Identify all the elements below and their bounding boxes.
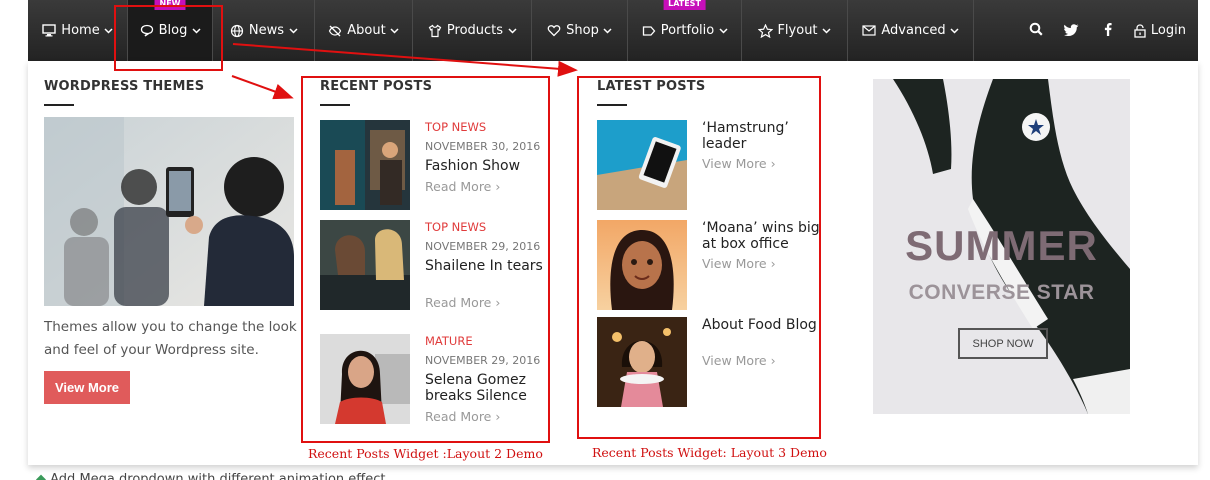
facebook-icon (1104, 21, 1112, 40)
nav-label: Advanced (881, 23, 946, 38)
nav-right-group: Login (1018, 0, 1198, 61)
view-more-button[interactable]: View More (44, 371, 130, 404)
login-label: Login (1150, 23, 1186, 38)
tag-icon (641, 23, 657, 39)
chevron-down-icon (288, 26, 298, 36)
footer-feature-text: ◆ Add Mega dropdown with different anima… (36, 472, 385, 480)
nav-label: About (347, 23, 386, 38)
chevron-down-icon (104, 26, 114, 36)
summer-converse-ad-banner[interactable]: SUMMER CONVERSE STAR SHOP NOW (873, 79, 1130, 414)
ad-subtitle: CONVERSE STAR (908, 281, 1095, 304)
footer-feature-label: Add Mega dropdown with different animati… (50, 472, 386, 480)
chevron-down-icon (822, 26, 832, 36)
nav-item-advanced[interactable]: Advanced (848, 0, 974, 61)
annotation-box-recent-posts (301, 76, 550, 443)
shirt-icon (427, 23, 443, 39)
search-button[interactable] (1018, 0, 1054, 61)
bullet-icon: ◆ (36, 472, 51, 480)
latest-badge: LATEST (663, 0, 706, 10)
nav-item-portfolio[interactable]: LATEST Portfolio (628, 0, 742, 61)
nav-label: Shop (566, 23, 599, 38)
chevron-down-icon (507, 26, 517, 36)
envelope-icon (861, 23, 877, 39)
heart-icon (546, 23, 562, 39)
chevron-down-icon (390, 26, 400, 36)
monitor-icon (41, 23, 57, 39)
nav-label: Portfolio (660, 23, 715, 38)
title-underline (44, 104, 74, 106)
twitter-icon (1064, 21, 1079, 40)
nav-item-shop[interactable]: Shop (532, 0, 628, 61)
chevron-down-icon (950, 26, 960, 36)
annotation-box-latest-posts (577, 76, 821, 439)
nav-label: Home (61, 23, 100, 38)
nav-label: News (248, 23, 285, 38)
annotation-box-blog (114, 5, 223, 71)
globe-icon (229, 23, 245, 39)
ad-title: SUMMER (905, 222, 1098, 269)
chevron-down-icon (603, 26, 613, 36)
twitter-button[interactable] (1054, 0, 1090, 61)
wordpress-themes-image[interactable] (44, 117, 294, 306)
nav-item-news[interactable]: News (213, 0, 315, 61)
facebook-button[interactable] (1090, 0, 1126, 61)
nav-item-products[interactable]: Products (413, 0, 532, 61)
login-button[interactable]: Login (1126, 0, 1198, 61)
annotation-caption-layout3: Recent Posts Widget: Layout 3 Demo (592, 445, 827, 460)
wordpress-themes-description: Themes allow you to change the look and … (44, 319, 297, 358)
nav-label: Flyout (777, 23, 818, 38)
shop-now-button[interactable]: SHOP NOW (958, 328, 1048, 359)
nav-item-about[interactable]: About (315, 0, 413, 61)
eye-slash-icon (327, 23, 343, 39)
nav-item-flyout[interactable]: Flyout (742, 0, 848, 61)
wordpress-themes-title: WORDPRESS THEMES (44, 79, 205, 94)
lock-icon (1134, 23, 1146, 38)
nav-label: Products (446, 23, 504, 38)
star-icon (757, 23, 773, 39)
search-icon (1029, 21, 1043, 40)
chevron-down-icon (718, 26, 728, 36)
nav-item-home[interactable]: Home (28, 0, 128, 61)
annotation-caption-layout2: Recent Posts Widget :Layout 2 Demo (308, 446, 543, 461)
